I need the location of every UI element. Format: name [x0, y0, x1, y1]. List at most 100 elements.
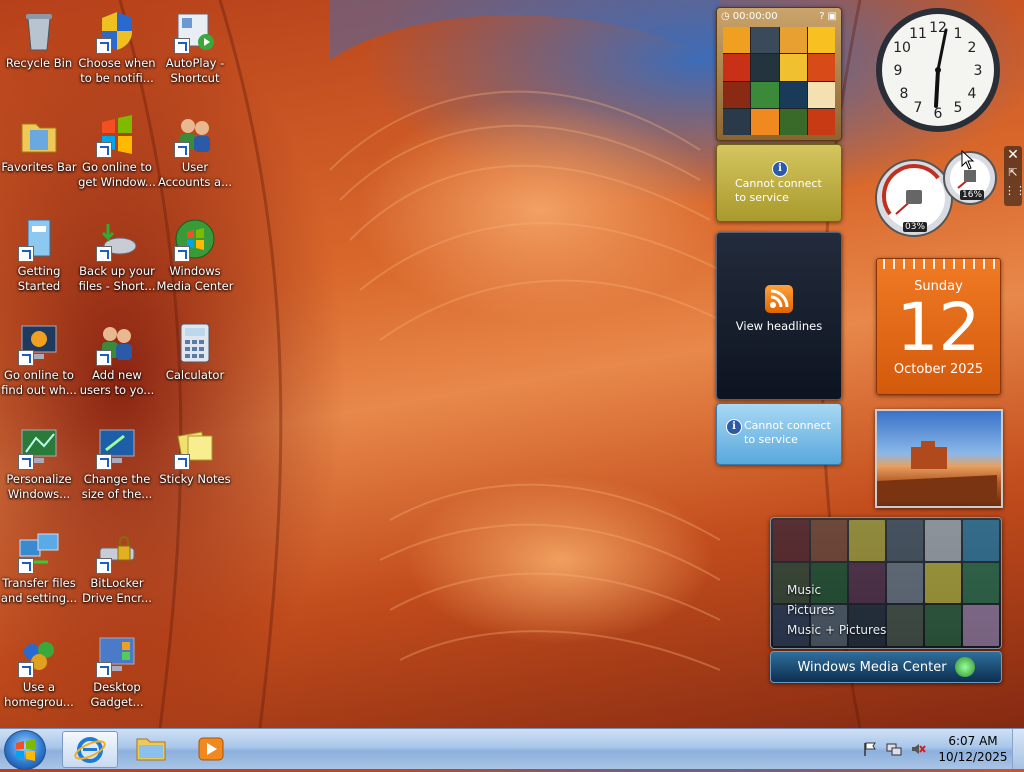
icon-label: Transfer files and setting...	[0, 576, 78, 605]
media-menu: Music Pictures Music + Pictures	[787, 580, 886, 640]
internet-explorer-icon	[74, 737, 106, 763]
cpu-usage-readout: 03%	[903, 222, 928, 232]
desktop-icon-add-users[interactable]: Add new users to yo...	[78, 320, 156, 398]
shortcut-arrow-icon	[18, 350, 34, 366]
gadget-toolbar[interactable]: ✕ ⇱ ⋮⋮	[1004, 146, 1024, 206]
icon-label: Calculator	[165, 368, 225, 382]
show-desktop-button[interactable]	[1012, 729, 1024, 769]
svg-text:4: 4	[968, 86, 977, 102]
desktop-icon-desktop-gadgets[interactable]: Desktop Gadget...	[78, 632, 156, 710]
taskbar-time: 6:07 AM	[948, 734, 998, 748]
desktop-icon-homegroup[interactable]: Use a homegrou...	[0, 632, 78, 710]
picture-icon[interactable]: ▣	[828, 11, 837, 22]
menu-item-pictures[interactable]: Pictures	[787, 600, 886, 620]
close-icon[interactable]: ✕	[1004, 146, 1022, 164]
taskbar-clock[interactable]: 6:07 AM 10/12/2025	[936, 733, 1010, 765]
taskbar-windows-explorer[interactable]	[124, 731, 178, 766]
clock-gadget[interactable]: 12 1 2 345 678 9 10 11	[874, 6, 1002, 134]
stocks-gadget[interactable]: i Cannot connect to service	[716, 403, 842, 465]
recycle-bin-icon	[26, 14, 52, 51]
svg-text:7: 7	[914, 100, 923, 116]
folder-icon	[136, 738, 166, 761]
weather-message: Cannot connect to service	[735, 177, 822, 204]
icon-label: Desktop Gadget...	[90, 680, 144, 709]
desktop-icon-getting-started[interactable]: Getting Started	[0, 216, 78, 294]
start-button[interactable]	[4, 730, 46, 770]
desktop-icon-sticky-notes[interactable]: Sticky Notes	[156, 424, 234, 487]
desktop-icon-choose-notifications[interactable]: Choose when to be notifi...	[78, 8, 156, 86]
desktop-icon-back-up[interactable]: Back up your files - Short...	[78, 216, 156, 294]
taskbar-media-player[interactable]	[184, 731, 238, 766]
svg-text:8: 8	[900, 86, 909, 102]
feed-headlines-gadget[interactable]: View headlines	[716, 232, 842, 400]
calendar-gadget[interactable]: Sunday 12 October 2025	[876, 258, 1001, 395]
desktop-icon-autoplay[interactable]: AutoPlay - Shortcut	[156, 8, 234, 86]
menu-item-music[interactable]: Music	[787, 580, 886, 600]
puzzle-timer: 00:00:00	[732, 10, 778, 22]
taskbar-internet-explorer[interactable]	[62, 731, 118, 768]
picture-puzzle-gadget[interactable]: ◷ 00:00:00 ? ▣	[716, 7, 842, 141]
calendar-month-year: October 2025	[893, 362, 984, 377]
calendar-day: 12	[896, 289, 981, 366]
drag-handle-icon[interactable]: ⋮⋮	[1004, 182, 1024, 200]
volume-muted-icon[interactable]	[910, 741, 926, 757]
desktop-icon-calculator[interactable]: Calculator	[156, 320, 234, 383]
slideshow-gadget[interactable]	[875, 409, 1003, 508]
view-headlines-link[interactable]: View headlines	[717, 319, 841, 333]
timer-icon: ◷	[721, 10, 730, 22]
taskbar: 6:07 AM 10/12/2025	[0, 728, 1024, 770]
desktop-icon-go-online-find[interactable]: Go online to find out wh...	[0, 320, 78, 398]
icon-label: Windows Media Center	[156, 264, 234, 293]
media-center-gadget[interactable]: Music Pictures Music + Pictures	[770, 517, 1002, 649]
puzzle-grid[interactable]	[723, 27, 835, 135]
icon-label: Recycle Bin	[5, 56, 73, 70]
cpu-meter-gadget[interactable]: 03% 16%	[874, 148, 1002, 240]
svg-text:1: 1	[954, 26, 963, 42]
network-icon[interactable]	[886, 741, 902, 757]
weather-gadget[interactable]: i Cannot connect to service	[716, 144, 842, 222]
media-center-brand: Windows Media Center	[797, 659, 947, 675]
shortcut-arrow-icon	[96, 454, 112, 470]
desktop-icon-recycle-bin[interactable]: Recycle Bin	[0, 8, 78, 71]
desktop-icon-personalize[interactable]: Personalize Windows...	[0, 424, 78, 502]
shortcut-arrow-icon	[96, 38, 112, 54]
memory-usage-readout: 16%	[960, 190, 985, 200]
action-center-flag-icon[interactable]	[862, 741, 878, 757]
desktop-icon-transfer-files[interactable]: Transfer files and setting...	[0, 528, 78, 606]
icon-label: Use a homegrou...	[4, 680, 74, 709]
media-center-launch-bar[interactable]: Windows Media Center	[770, 651, 1002, 683]
favorites-folder-icon	[21, 123, 57, 153]
desktop-icon-bitlocker[interactable]: BitLocker Drive Encr...	[78, 528, 156, 606]
info-icon: i	[726, 419, 742, 435]
mouse-cursor-icon	[961, 150, 975, 170]
icon-label: Getting Started	[17, 264, 61, 293]
icon-label: Add new users to yo...	[79, 368, 155, 397]
media-player-icon	[198, 737, 224, 761]
help-icon[interactable]: ?	[819, 11, 824, 22]
resize-icon[interactable]: ⇱	[1004, 164, 1022, 182]
icon-label: AutoPlay - Shortcut	[165, 56, 225, 85]
icon-label: BitLocker Drive Encr...	[82, 576, 152, 605]
rss-feed-icon	[765, 285, 793, 313]
calendar-rings	[877, 259, 1000, 269]
svg-text:2: 2	[968, 40, 977, 56]
icon-label: Choose when to be notifi...	[78, 56, 156, 85]
desktop-icon-media-center[interactable]: Windows Media Center	[156, 216, 234, 294]
svg-text:11: 11	[909, 26, 927, 42]
stocks-message: Cannot connect to service	[744, 419, 831, 446]
svg-text:6: 6	[934, 106, 943, 122]
svg-text:10: 10	[893, 40, 911, 56]
icon-label: Sticky Notes	[159, 472, 231, 486]
menu-item-music-pictures[interactable]: Music + Pictures	[787, 620, 886, 640]
shortcut-arrow-icon	[174, 142, 190, 158]
svg-text:5: 5	[954, 100, 963, 116]
shortcut-arrow-icon	[18, 454, 34, 470]
desktop-icon-get-windows[interactable]: Go online to get Window...	[78, 112, 156, 190]
desktop-icon-change-size[interactable]: Change the size of the...	[78, 424, 156, 502]
desktop-icon-favorites-bar[interactable]: Favorites Bar	[0, 112, 78, 175]
desktop-icon-user-accounts[interactable]: User Accounts a...	[156, 112, 234, 190]
calculator-icon	[180, 323, 210, 363]
taskbar-date: 10/12/2025	[938, 750, 1008, 764]
shortcut-arrow-icon	[18, 662, 34, 678]
shortcut-arrow-icon	[96, 350, 112, 366]
